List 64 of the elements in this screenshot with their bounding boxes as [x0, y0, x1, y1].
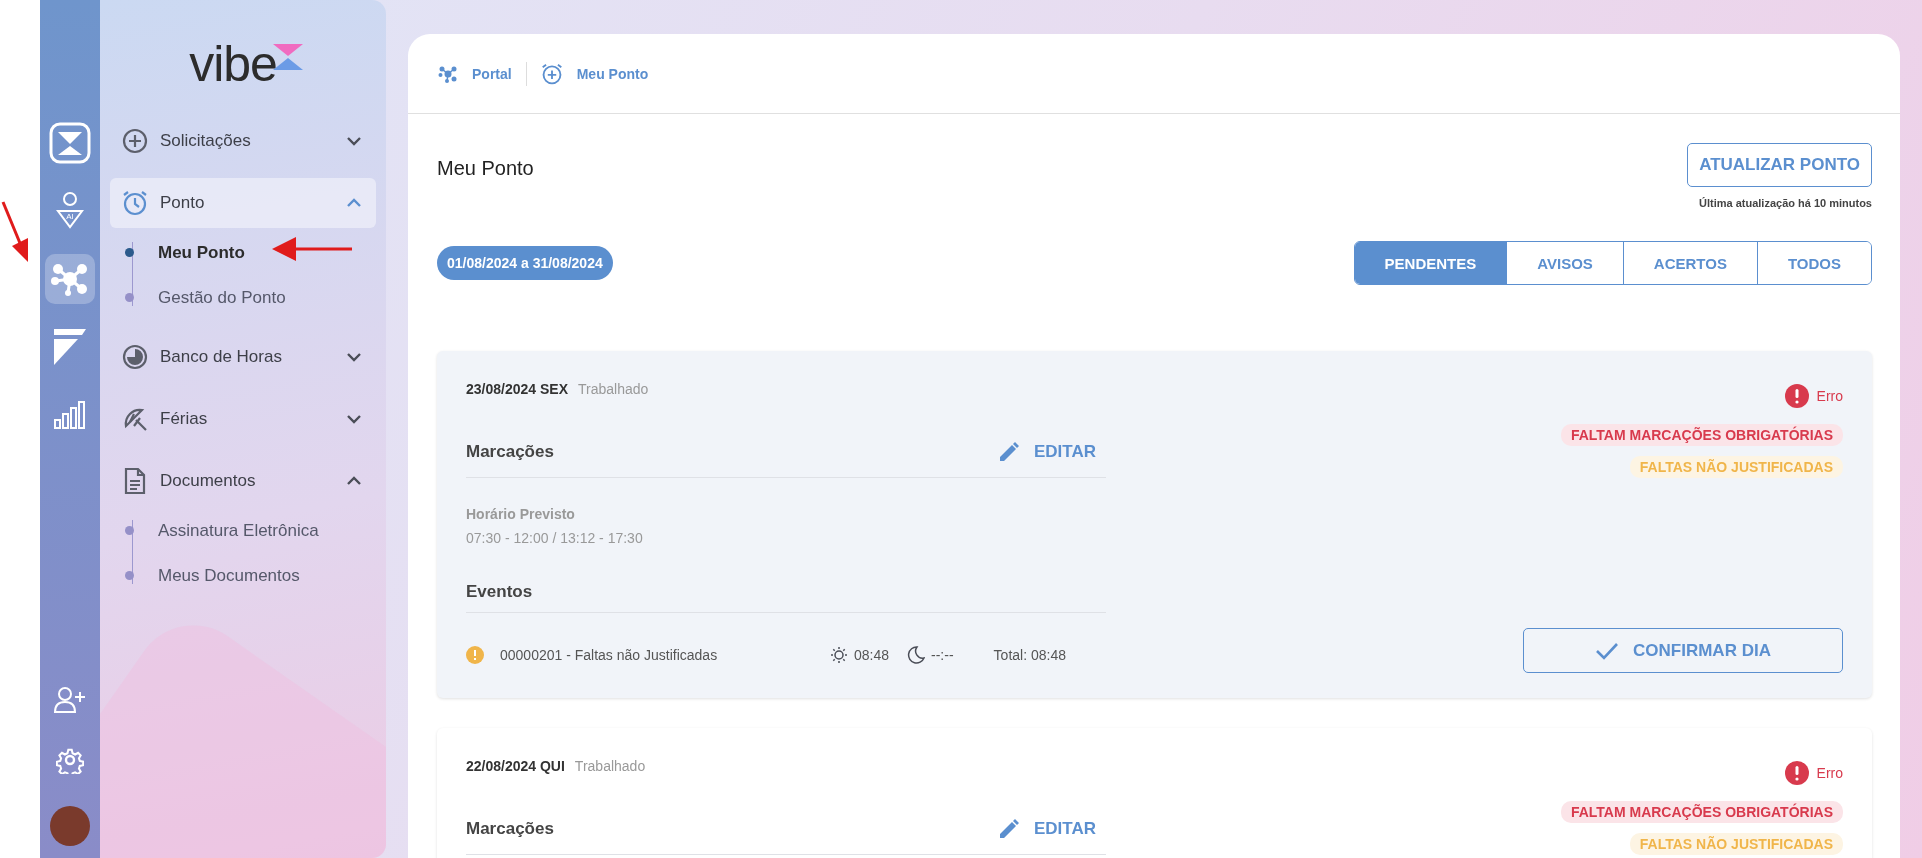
issue-tag: FALTAS NÃO JUSTIFICADAS: [1629, 833, 1843, 855]
chevron-icon: [346, 136, 362, 146]
plus-circle-icon: [122, 128, 148, 154]
menu-item[interactable]: Documentos: [110, 456, 376, 506]
section-title: Eventos: [466, 582, 533, 602]
sun-icon: [830, 646, 848, 664]
chevron-icon: [346, 414, 362, 424]
hub-icon[interactable]: [45, 254, 95, 304]
day-hours: 08:48: [854, 647, 890, 663]
pie-chart-icon: [122, 344, 148, 370]
day-status: Trabalhado: [574, 758, 646, 774]
last-update-text: Última atualização há 10 minutos: [1699, 197, 1872, 209]
alert-status: Erro: [1816, 765, 1843, 781]
warning-icon: [466, 646, 484, 664]
pencil-icon: [998, 441, 1020, 463]
menu-item[interactable]: Solicitações: [110, 116, 376, 166]
period-badge: 01/08/2024 a 31/08/2024: [437, 246, 613, 280]
day-date: 22/08/2024 QUI: [466, 758, 565, 774]
submenu-item[interactable]: Meus Documentos: [158, 565, 300, 586]
alarm-clock-icon: [122, 190, 148, 216]
edit-button[interactable]: EDITAR: [998, 818, 1106, 840]
moon-icon: [907, 646, 926, 664]
issue-tag: FALTAM MARCAÇÕES OBRIGATÓRIAS: [1560, 424, 1843, 446]
section-title: Marcações: [466, 819, 554, 839]
refresh-button[interactable]: ATUALIZAR PONTO: [1687, 143, 1872, 187]
logo: vibe: [189, 35, 277, 94]
event-total: Total: 08:48: [993, 647, 1066, 663]
chevron-icon: [346, 476, 362, 486]
filter-tab[interactable]: PENDENTES: [1354, 242, 1507, 284]
alarm-clock-icon: [540, 62, 563, 85]
error-icon: [1784, 761, 1809, 785]
filter-tab[interactable]: TODOS: [1756, 242, 1871, 284]
day-status: Trabalhado: [578, 381, 649, 397]
settings-icon[interactable]: [56, 746, 84, 774]
confirm-day-button[interactable]: CONFIRMAR DIA: [1523, 628, 1843, 673]
hub-icon: [438, 64, 458, 83]
error-icon: [1784, 384, 1809, 408]
alert-status: Erro: [1816, 388, 1843, 404]
umbrella-icon: [122, 406, 148, 432]
breadcrumb-link[interactable]: Portal: [472, 65, 512, 82]
event-description: 00000201 - Faltas não Justificadas: [500, 647, 719, 663]
menu-item[interactable]: Férias: [110, 394, 376, 444]
submenu-item[interactable]: Meu Ponto: [158, 242, 245, 263]
day-date: 23/08/2024 SEX: [466, 381, 568, 397]
menu-item[interactable]: Banco de Horas: [110, 332, 376, 382]
edit-button[interactable]: EDITAR: [998, 441, 1106, 463]
page-title: Meu Ponto: [437, 157, 534, 180]
submenu-item[interactable]: Gestão do Ponto: [158, 287, 286, 308]
document-icon: [122, 467, 148, 495]
annotation-arrow: [0, 200, 30, 264]
night-hours: --:--: [931, 647, 954, 663]
schedule-label: Horário Previsto: [466, 506, 576, 522]
chevron-icon: [346, 198, 362, 208]
issue-tag: FALTAM MARCAÇÕES OBRIGATÓRIAS: [1560, 801, 1843, 823]
schedule-value: 07:30 - 12:00 / 13:12 - 17:30: [466, 530, 644, 546]
breadcrumb-link[interactable]: Meu Ponto: [576, 65, 649, 82]
submenu-item[interactable]: Assinatura Eletrônica: [158, 520, 319, 541]
avatar[interactable]: [50, 806, 90, 846]
issue-tag: FALTAS NÃO JUSTIFICADAS: [1629, 456, 1843, 478]
menu-item[interactable]: Ponto: [110, 178, 376, 228]
chevron-icon: [346, 352, 362, 362]
section-title: Marcações: [466, 442, 554, 462]
pencil-icon: [998, 818, 1020, 840]
add-user-icon[interactable]: [53, 686, 87, 714]
